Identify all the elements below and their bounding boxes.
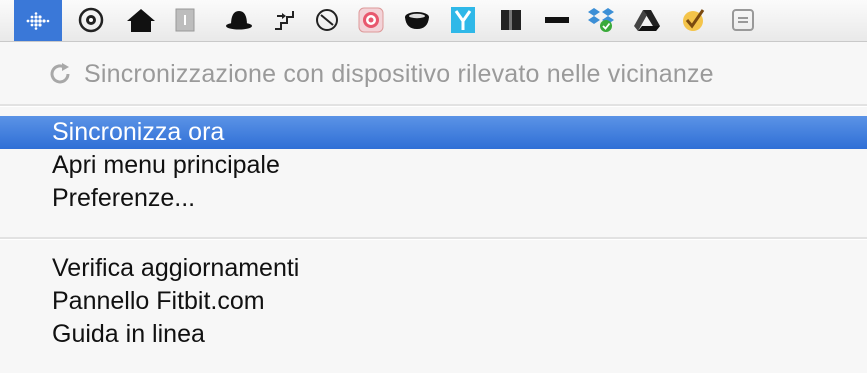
menu-item-preferences[interactable]: Preferenze... xyxy=(0,182,867,215)
stairs-icon[interactable] xyxy=(268,4,302,36)
menu-bar xyxy=(0,0,867,42)
menu-item-fitbit-dashboard[interactable]: Pannello Fitbit.com xyxy=(0,285,867,318)
home-icon[interactable] xyxy=(124,4,158,36)
menu-item-label: Pannello Fitbit.com xyxy=(52,287,265,315)
menu-item-open-main-menu[interactable]: Apri menu principale xyxy=(0,149,867,182)
clock-icon[interactable] xyxy=(310,4,344,36)
fitbit-dropdown-menu: Sincronizzazione con dispositivo rilevat… xyxy=(0,42,867,373)
battery-icon[interactable] xyxy=(540,4,574,36)
menu-item-label: Guida in linea xyxy=(52,320,205,348)
menu-item-label: Sincronizza ora xyxy=(52,118,225,146)
bowler-hat-icon[interactable] xyxy=(222,4,256,36)
menu-item-online-help[interactable]: Guida in linea xyxy=(0,318,867,351)
document-icon[interactable] xyxy=(168,4,202,36)
extra-icon[interactable] xyxy=(726,4,760,36)
target-icon[interactable] xyxy=(74,4,108,36)
menu-separator xyxy=(0,104,867,107)
bullseye-icon[interactable] xyxy=(354,4,388,36)
dropbox-icon[interactable] xyxy=(584,4,618,36)
menu-item-label: Preferenze... xyxy=(52,184,196,212)
checkmark-icon[interactable] xyxy=(676,4,710,36)
menu-item-sync-now[interactable]: Sincronizza ora xyxy=(0,116,867,149)
menu-item-label: Apri menu principale xyxy=(52,151,280,179)
book-icon[interactable] xyxy=(494,4,528,36)
y-logo-icon[interactable] xyxy=(446,4,480,36)
sync-status-row: Sincronizzazione con dispositivo rilevat… xyxy=(0,54,867,94)
menu-item-label: Verifica aggiornamenti xyxy=(52,254,300,282)
menu-item-check-updates[interactable]: Verifica aggiornamenti xyxy=(0,252,867,285)
menu-separator xyxy=(0,237,867,240)
coffee-cup-icon[interactable] xyxy=(400,4,434,36)
sync-icon xyxy=(48,62,72,86)
drive-icon[interactable] xyxy=(630,4,664,36)
sync-status-text: Sincronizzazione con dispositivo rilevat… xyxy=(84,59,714,88)
fitbit-icon[interactable] xyxy=(14,0,62,41)
